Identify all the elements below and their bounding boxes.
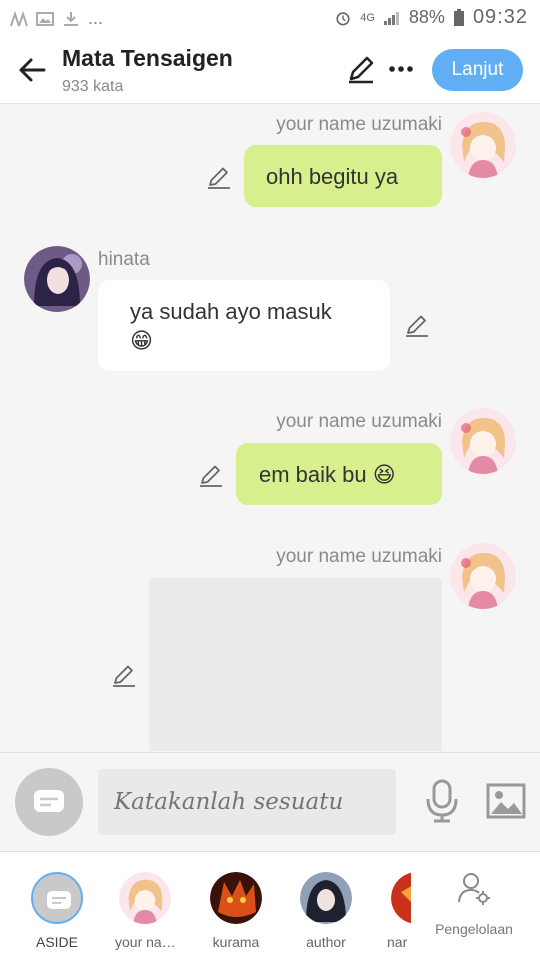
message-bubble[interactable]: em baik bu 😆 (236, 443, 442, 505)
alarm-icon (336, 11, 350, 25)
more-notifications: ... (88, 8, 104, 28)
status-bar: ... 4G 88% 09:32 (0, 0, 540, 36)
avatar (391, 872, 411, 924)
story-title: Mata Tensaigen (62, 45, 233, 71)
chat-bubble-icon (47, 891, 71, 909)
avatar (119, 872, 171, 924)
emoji: 😆 (372, 462, 396, 487)
sender-name: hinata (98, 249, 150, 270)
avatar[interactable] (450, 112, 516, 178)
character-label: your na… (115, 934, 175, 950)
clock: 09:32 (472, 6, 528, 28)
word-count: 933 kata (62, 78, 124, 95)
manage-characters-button[interactable]: Pengelolaan (428, 870, 520, 937)
input-bar (0, 752, 540, 850)
user-settings-icon (458, 873, 490, 905)
avatar[interactable] (450, 543, 516, 609)
avatar[interactable] (450, 408, 516, 474)
character-author[interactable]: author (296, 872, 356, 950)
character-label: nar (387, 934, 408, 950)
character-bar: ASIDE your na… kurama author nar Pengelo… (0, 851, 540, 960)
avatar (300, 872, 352, 924)
next-button[interactable]: Lanjut (432, 49, 523, 91)
message-text: em baik bu (259, 462, 367, 487)
gallery-icon (36, 11, 54, 26)
signal-icon (383, 11, 399, 25)
character-nar[interactable]: nar (381, 872, 411, 950)
image-message[interactable] (149, 578, 442, 751)
avatar[interactable] (24, 246, 90, 312)
sender-name: your name uzumaki (276, 114, 442, 135)
edit-message-icon[interactable] (404, 312, 430, 338)
edit-pencil-icon[interactable] (346, 54, 376, 84)
character-label: kurama (212, 934, 260, 950)
battery-percent: 88% (408, 7, 445, 27)
battery-icon (453, 8, 464, 26)
image-picker-icon[interactable] (486, 783, 526, 819)
emoji: 😁 (130, 328, 153, 353)
manage-label: Pengelolaan (435, 921, 513, 937)
chat-bubble-icon (34, 790, 64, 812)
edit-message-icon[interactable] (206, 164, 232, 190)
notification-icon (10, 10, 28, 26)
edit-message-icon[interactable] (111, 662, 137, 688)
more-options-icon[interactable] (386, 54, 416, 84)
sender-name: your name uzumaki (276, 411, 442, 432)
message-bubble[interactable]: ohh begitu ya (244, 145, 442, 207)
network-type: 4G (360, 11, 375, 24)
microphone-icon[interactable] (424, 779, 460, 823)
character-kurama[interactable]: kurama (206, 872, 266, 950)
message-bubble[interactable]: ya sudah ayo masuk 😁 (98, 280, 390, 371)
download-icon (64, 11, 78, 26)
character-aside[interactable]: ASIDE (27, 872, 87, 950)
avatar (210, 872, 262, 924)
chat-area[interactable]: your name uzumaki ohh begitu ya hinata y… (0, 105, 540, 751)
message-text: ya sudah ayo masuk (130, 299, 332, 324)
character-label: ASIDE (35, 934, 78, 950)
back-arrow-icon[interactable] (16, 54, 48, 86)
message-text: ohh begitu ya (266, 164, 399, 189)
sender-name: your name uzumaki (276, 546, 442, 567)
aside-avatar (31, 872, 83, 924)
aside-toggle-button[interactable] (15, 768, 83, 836)
character-label: author (306, 934, 346, 950)
character-your-name[interactable]: your na… (115, 872, 175, 950)
chat-header: Mata Tensaigen 933 kata Lanjut (0, 36, 540, 104)
edit-message-icon[interactable] (198, 462, 224, 488)
message-input[interactable] (98, 769, 396, 835)
